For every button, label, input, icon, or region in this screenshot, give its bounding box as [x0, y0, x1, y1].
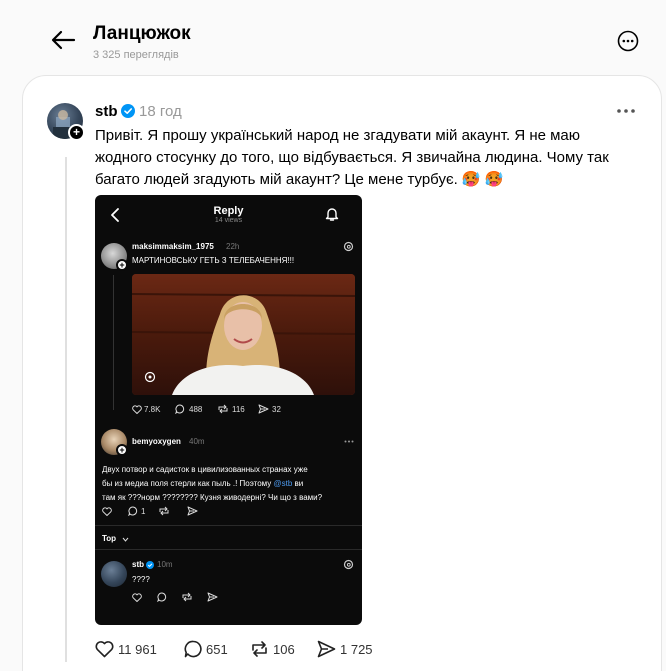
- post-text: Привіт. Я прошу український народ не зга…: [95, 125, 635, 191]
- shot-reply3-username: stb: [132, 560, 144, 569]
- shot-heart-icon: [102, 507, 112, 516]
- shot-repost-icon: [159, 506, 169, 516]
- shot-reply1-reposts: 116: [232, 405, 245, 414]
- shot-header-sub: 14 views: [214, 217, 243, 224]
- shot-reply1-time: 22h: [226, 242, 240, 251]
- post-text-line: Привіт. Я прошу український народ не зга…: [95, 127, 581, 144]
- shot-reply2-time: 40m: [189, 437, 205, 446]
- shot-more-icon: [344, 440, 354, 443]
- like-heart-icon[interactable]: [95, 640, 114, 658]
- shot-reply1-text: МАРТИНОВСЬКУ ГЕТЬ З ТЕЛЕБАЧЕННЯ!!!: [132, 256, 295, 265]
- post-time: 18 год: [139, 103, 182, 120]
- shot-share-icon: [207, 592, 218, 602]
- repost-count: 106: [273, 642, 295, 657]
- shot-comment-icon: [128, 506, 138, 516]
- post-text-line: жодного стосунку до того, що відбуваєтьс…: [95, 149, 609, 166]
- thread-line: [65, 157, 67, 662]
- shot-reply3-text: ????: [132, 575, 150, 584]
- verified-badge-icon: [121, 104, 135, 118]
- follow-plus-icon[interactable]: +: [68, 124, 85, 141]
- back-arrow-icon[interactable]: [50, 28, 76, 52]
- threads-logo-icon: [343, 559, 354, 570]
- threads-logo-icon: [343, 241, 354, 252]
- camera-icon: [144, 371, 156, 383]
- shot-reply2-comments: 1: [141, 507, 146, 516]
- shot-reply1-comments: 488: [189, 405, 203, 414]
- top-bar: Ланцюжок 3 325 переглядів: [0, 0, 666, 75]
- shot-top-label: Top: [102, 534, 117, 543]
- shot-share-icon: [258, 404, 269, 414]
- shot-reply1-shares: 32: [272, 405, 281, 414]
- shot-chevron-down-icon: [122, 537, 129, 542]
- shot-reply3-time: 10m: [157, 560, 173, 569]
- share-count: 1 725: [340, 642, 373, 657]
- page-title: Ланцюжок: [93, 23, 191, 44]
- shot-repost-icon: [182, 592, 192, 602]
- like-count: 11 961: [118, 642, 157, 657]
- shot-comment-icon: [157, 592, 167, 602]
- shot-header-title: Reply: [213, 205, 244, 217]
- share-send-icon[interactable]: [317, 640, 336, 658]
- shot-verified-icon: [146, 561, 154, 569]
- post-text-line: багато людей згадують мій акаунт? Це мен…: [95, 171, 504, 188]
- more-options-icon[interactable]: [617, 30, 639, 52]
- shot-thread-line: [113, 275, 114, 410]
- comment-icon[interactable]: [184, 640, 203, 658]
- shot-reply2-line2a: бы из медиа поля стерли как пыль .! Поэт…: [102, 479, 274, 488]
- post-username[interactable]: stb: [95, 103, 118, 120]
- shot-heart-icon: [132, 405, 142, 414]
- shot-reply1-likes: 7.8K: [144, 405, 161, 414]
- shot-reply2-line: там як ???норм ???????? Кузня живодерні?…: [102, 493, 323, 502]
- shot-divider: [95, 525, 362, 526]
- shot-reply2-line: Двух потвор и садисток в цивилизованных …: [102, 465, 308, 474]
- shot-plus-icon: +: [116, 259, 128, 271]
- shot-avatar: [101, 561, 127, 587]
- repost-icon[interactable]: [250, 640, 269, 658]
- shot-comment-icon: [175, 404, 185, 414]
- shot-reply1-username: maksimmaksim_1975: [132, 242, 214, 251]
- shot-bell-icon: [325, 208, 339, 221]
- shot-divider: [95, 549, 362, 550]
- shot-repost-icon: [218, 404, 228, 414]
- shot-photo: [132, 274, 355, 395]
- shot-share-icon: [187, 506, 198, 516]
- shot-plus-icon: +: [116, 444, 128, 456]
- shot-reply2-line2b: ви: [292, 479, 304, 488]
- post-more-icon[interactable]: [616, 108, 636, 114]
- shot-reply2-username: bemyoxygen: [132, 437, 181, 446]
- shot-heart-icon: [132, 593, 142, 602]
- shot-mention: @stb: [273, 479, 293, 488]
- shot-reply2-text: Двух потвор и садисток в цивилизованных …: [102, 463, 357, 505]
- comment-count: 651: [206, 642, 228, 657]
- photo-image: [132, 274, 355, 395]
- shot-reply2-line: бы из медиа поля стерли как пыль .! Поэт…: [102, 477, 357, 491]
- embedded-screenshot[interactable]: Reply 14 views + maksimmaksim_1975 22h М…: [95, 195, 362, 625]
- view-count: 3 325 переглядів: [93, 49, 179, 61]
